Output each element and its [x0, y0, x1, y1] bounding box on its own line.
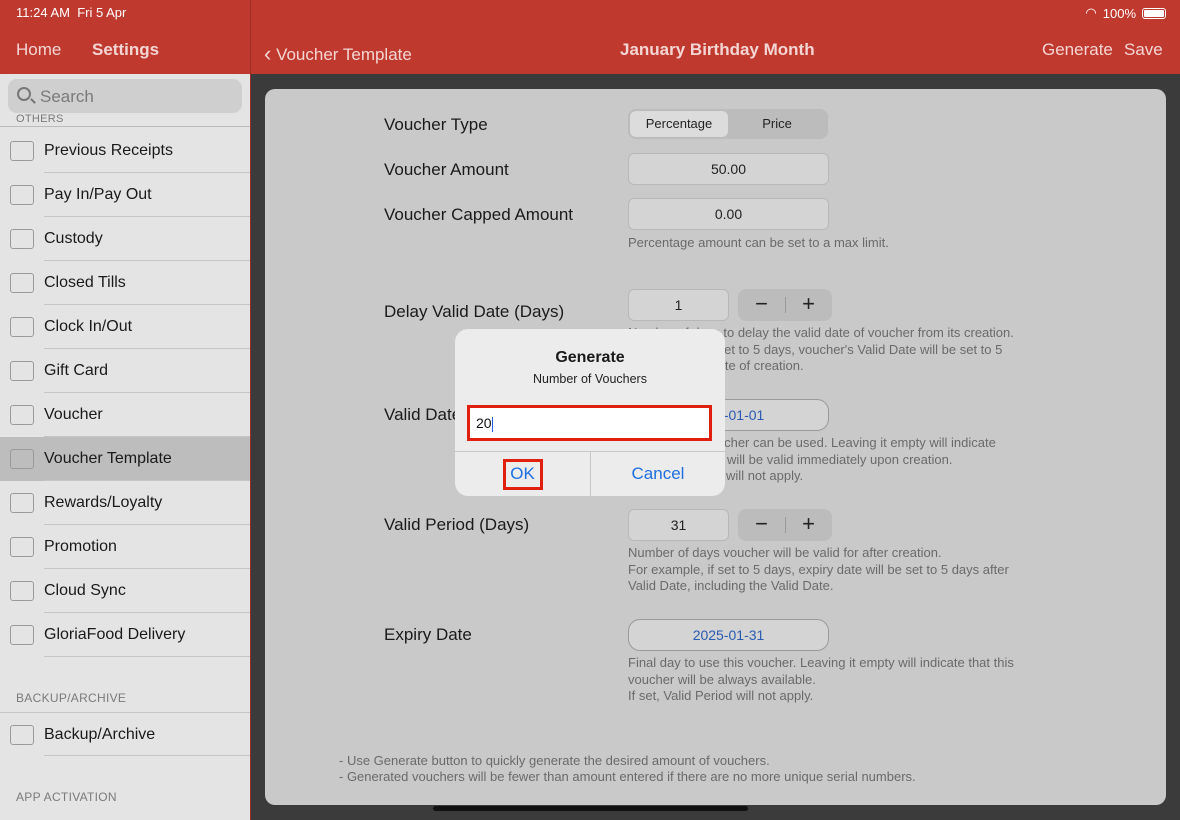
cloud-sync-icon	[10, 581, 34, 601]
ok-button[interactable]: OK	[455, 451, 590, 496]
hand-coin-icon	[10, 185, 34, 205]
voucher-type-label: Voucher Type	[384, 115, 488, 134]
sidebar-item[interactable]: Rewards/Loyalty	[0, 481, 250, 525]
status-time: 11:24 AM Fri 5 Apr	[16, 5, 126, 20]
capped-amount-label: Voucher Capped Amount	[384, 205, 574, 224]
sidebar-item-label: GloriaFood Delivery	[44, 626, 186, 643]
section-others: OTHERS	[16, 113, 64, 125]
dialog-title: Generate	[555, 349, 625, 366]
cash-register-icon	[10, 273, 34, 293]
dialog-message: Number of Vouchers	[533, 372, 647, 386]
receipt-icon	[10, 229, 34, 249]
valid-period-stepper[interactable]: − +	[738, 509, 832, 541]
generate-dialog: Generate Number of Vouchers 20 OK Cancel	[455, 329, 725, 496]
sidebar-item[interactable]: GloriaFood Delivery	[0, 613, 250, 657]
top-bar: 11:24 AM Fri 5 Apr ◠ 100% Home Settings ‹…	[0, 0, 1180, 74]
voucher-amount-label: Voucher Amount	[384, 160, 509, 179]
segment-price[interactable]: Price	[728, 111, 826, 137]
sidebar-item-label: Promotion	[44, 538, 117, 555]
capped-amount-input[interactable]: 0.00	[628, 198, 829, 230]
valid-period-input[interactable]: 31	[628, 509, 729, 541]
sidebar-item[interactable]: Gift Card	[0, 349, 250, 393]
sidebar-item-label: Backup/Archive	[44, 726, 156, 743]
voucher-icon	[10, 405, 34, 425]
megaphone-icon	[10, 537, 34, 557]
settings-title: Settings	[92, 40, 160, 59]
valid-date-label: Valid Date	[384, 405, 462, 424]
section-backup: BACKUP/ARCHIVE	[16, 691, 127, 705]
trophy-icon	[10, 493, 34, 513]
valid-period-help: Number of days voucher will be valid for…	[628, 545, 1009, 593]
backup-icon	[10, 725, 34, 745]
minus-icon[interactable]: −	[738, 291, 785, 317]
sidebar-item[interactable]: Cloud Sync	[0, 569, 250, 613]
battery-icon	[1142, 7, 1166, 19]
expiry-label: Expiry Date	[384, 625, 472, 644]
voucher-type-segmented: Percentage Price	[628, 109, 828, 139]
sidebar-item-label: Voucher Template	[44, 450, 172, 467]
battery-percent: 100%	[1102, 5, 1136, 21]
search-placeholder: Search	[40, 87, 94, 106]
leaf-icon	[10, 625, 34, 645]
delay-input[interactable]: 1	[628, 289, 729, 321]
sidebar-item[interactable]: Clock In/Out	[0, 305, 250, 349]
valid-period-label: Valid Period (Days)	[384, 515, 530, 534]
sidebar-item-label: Gift Card	[44, 362, 109, 379]
sidebar-item[interactable]: Custody	[0, 217, 250, 261]
voucher-icon	[10, 449, 34, 469]
capped-help: Percentage amount can be set to a max li…	[628, 235, 889, 250]
segment-percentage[interactable]: Percentage	[630, 111, 728, 137]
sidebar-item[interactable]: Voucher	[0, 393, 250, 437]
chevron-left-icon: ‹	[264, 41, 272, 66]
search-icon	[17, 87, 31, 101]
generate-button[interactable]: Generate	[1042, 40, 1113, 60]
delay-stepper[interactable]: − +	[738, 289, 832, 321]
cancel-button[interactable]: Cancel	[591, 451, 725, 496]
search-input[interactable]: Search	[8, 79, 242, 113]
back-label: Voucher Template	[276, 45, 412, 64]
expiry-date-picker[interactable]: 2025-01-31	[628, 619, 829, 651]
voucher-count-input[interactable]: 20	[467, 405, 712, 441]
clock-icon	[10, 317, 34, 337]
time: 11:24 AM	[16, 5, 70, 20]
gift-card-icon	[10, 361, 34, 381]
page-title: January Birthday Month	[620, 40, 815, 59]
date: Fri 5 Apr	[77, 5, 127, 20]
minus-icon[interactable]: −	[738, 511, 785, 537]
sidebar-item[interactable]: Closed Tills	[0, 261, 250, 305]
section-activation: APP ACTIVATION	[16, 790, 117, 804]
save-button[interactable]: Save	[1124, 40, 1163, 60]
sidebar: Search OTHERS Previous Receipts Pay In/Pa…	[0, 74, 250, 820]
sidebar-item-label: Voucher	[44, 406, 103, 423]
status-right: ◠ 100%	[1085, 5, 1166, 21]
plus-icon[interactable]: +	[785, 511, 832, 537]
sidebar-item-backup[interactable]: Backup/Archive	[0, 712, 250, 756]
sidebar-item-label: Clock In/Out	[44, 318, 133, 335]
sidebar-item[interactable]: Voucher Template	[0, 437, 250, 481]
delay-label: Delay Valid Date (Days)	[384, 302, 565, 321]
sidebar-item-label: Rewards/Loyalty	[44, 494, 163, 511]
voucher-amount-input[interactable]: 50.00	[628, 153, 829, 185]
sidebar-item-label: Cloud Sync	[44, 582, 126, 599]
footer-notes: - Use Generate button to quickly generat…	[339, 753, 916, 784]
sidebar-item-label: Previous Receipts	[44, 142, 173, 159]
sidebar-item[interactable]: Promotion	[0, 525, 250, 569]
sidebar-item-label: Pay In/Pay Out	[44, 186, 152, 203]
home-link[interactable]: Home	[16, 40, 61, 60]
receipt-icon	[10, 141, 34, 161]
sidebar-item-label: Custody	[44, 230, 103, 247]
expiry-help: Final day to use this voucher. Leaving i…	[628, 655, 1014, 703]
back-button[interactable]: ‹ Voucher Template	[264, 40, 412, 66]
home-indicator	[433, 806, 748, 811]
sidebar-item-label: Closed Tills	[44, 274, 126, 291]
wifi-icon: ◠	[1085, 5, 1097, 20]
plus-icon[interactable]: +	[785, 291, 832, 317]
sidebar-item[interactable]: Previous Receipts	[0, 129, 250, 173]
sidebar-item[interactable]: Pay In/Pay Out	[0, 173, 250, 217]
